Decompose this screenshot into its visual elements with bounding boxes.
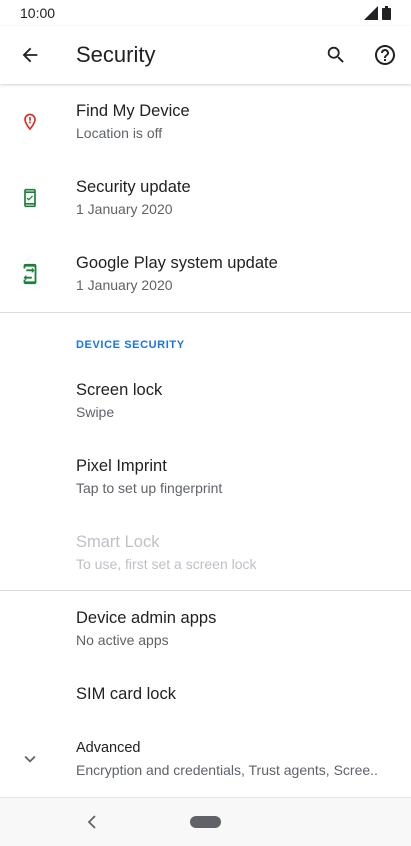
battery-icon	[382, 6, 391, 20]
help-button[interactable]	[369, 39, 401, 71]
item-subtitle: Location is off	[76, 125, 163, 141]
item-subtitle: 1 January 2020	[76, 201, 173, 217]
advanced-item[interactable]: Advanced Encryption and credentials, Tru…	[0, 723, 411, 796]
search-icon	[327, 46, 344, 63]
status-time: 10:00	[20, 5, 56, 21]
help-icon	[375, 45, 395, 65]
phone-update-icon	[18, 262, 42, 286]
section-header-device-security: DEVICE SECURITY	[76, 339, 185, 351]
find-my-device-item[interactable]: Find My Device Location is off	[0, 84, 411, 160]
location-alert-icon	[18, 110, 42, 134]
chevron-down-icon	[18, 747, 42, 771]
item-subtitle: No active apps	[76, 632, 169, 648]
nav-back-button[interactable]	[82, 810, 102, 834]
navigation-bar	[0, 797, 411, 846]
status-icons	[364, 6, 391, 20]
back-button[interactable]	[14, 39, 46, 71]
page-title: Security	[76, 42, 156, 67]
device-admin-apps-item[interactable]: Device admin apps No active apps	[0, 591, 411, 667]
google-play-system-update-item[interactable]: Google Play system update 1 January 2020	[0, 236, 411, 312]
item-subtitle: Tap to set up fingerprint	[76, 480, 223, 496]
item-subtitle: To use, first set a screen lock	[76, 556, 257, 572]
item-title: Security update	[76, 178, 191, 196]
item-subtitle: Swipe	[76, 404, 115, 420]
smart-lock-item: Smart Lock To use, first set a screen lo…	[0, 516, 411, 590]
arrow-back-icon	[22, 47, 38, 63]
item-title: SIM card lock	[76, 685, 176, 703]
chevron-left-icon	[87, 815, 96, 829]
security-update-item[interactable]: Security update 1 January 2020	[0, 160, 411, 236]
item-title: Find My Device	[76, 102, 190, 120]
divider	[0, 312, 411, 313]
sim-card-lock-item[interactable]: SIM card lock	[0, 667, 411, 723]
status-bar: 10:00	[0, 0, 411, 26]
item-title: Device admin apps	[76, 609, 217, 627]
item-title: Pixel Imprint	[76, 457, 167, 475]
item-title: Advanced	[76, 740, 141, 756]
item-subtitle: Encryption and credentials, Trust agents…	[76, 762, 378, 778]
nav-home-pill[interactable]	[190, 816, 221, 828]
app-bar: Security	[0, 26, 411, 84]
item-title: Google Play system update	[76, 254, 278, 272]
screen-lock-item[interactable]: Screen lock Swipe	[0, 364, 411, 440]
phone-check-icon	[18, 186, 42, 210]
pixel-imprint-item[interactable]: Pixel Imprint Tap to set up fingerprint	[0, 440, 411, 516]
item-title: Smart Lock	[76, 533, 160, 551]
signal-icon	[364, 6, 378, 20]
search-button[interactable]	[320, 39, 352, 71]
item-title: Screen lock	[76, 381, 163, 399]
item-subtitle: 1 January 2020	[76, 277, 173, 293]
